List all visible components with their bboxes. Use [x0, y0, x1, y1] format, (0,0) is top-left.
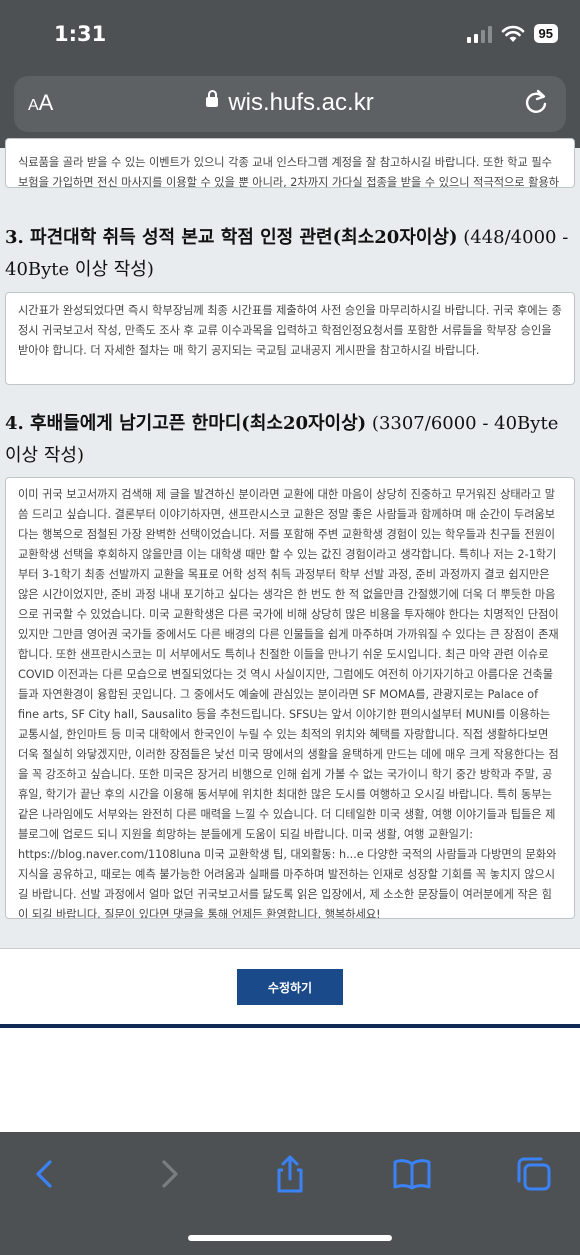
previous-answer-text: 식료품을 골라 받을 수 있는 이벤트가 있으니 각종 교내 인스타그램 계정을…: [18, 156, 560, 188]
url-text: wis.hufs.ac.kr: [228, 89, 374, 116]
wifi-icon: [501, 25, 524, 42]
status-indicators: 95: [466, 24, 558, 43]
section3-textarea[interactable]: 시간표가 완성되었다면 즉시 학부장님께 최종 시간표를 제출하여 사전 승인을…: [5, 292, 575, 385]
section4-heading: 4. 후배들에게 남기고픈 한마디(최소20자이상) (3307/6000 - …: [5, 408, 575, 472]
section4-text: 이미 귀국 보고서까지 검색해 제 글을 발견하신 분이라면 교환에 대한 마음…: [18, 488, 559, 919]
signal-icon: [466, 25, 492, 43]
browser-top-bar: 1:31 95 AA wis.hufs.ac.kr: [0, 0, 580, 148]
address-bar[interactable]: AA wis.hufs.ac.kr: [14, 76, 566, 132]
battery-badge: 95: [533, 24, 558, 43]
status-time: 1:31: [54, 22, 107, 46]
forward-icon[interactable]: [150, 1154, 190, 1194]
edit-button[interactable]: 수정하기: [237, 969, 343, 1005]
lock-icon: [206, 89, 219, 107]
section3-text: 시간표가 완성되었다면 즉시 학부장님께 최종 시간표를 제출하여 사전 승인을…: [18, 304, 562, 357]
previous-answer-box[interactable]: 식료품을 골라 받을 수 있는 이벤트가 있으니 각종 교내 인스타그램 계정을…: [5, 138, 575, 188]
home-indicator: [188, 1235, 392, 1241]
bookmarks-icon[interactable]: [392, 1154, 432, 1194]
section3-title: 3. 파견대학 취득 성적 본교 학점 인정 관련(최소20자이상): [5, 227, 458, 248]
tabs-icon[interactable]: [514, 1154, 554, 1194]
section4-title: 4. 후배들에게 남기고픈 한마디(최소20자이상): [5, 413, 367, 434]
reload-icon[interactable]: [522, 88, 550, 116]
share-icon[interactable]: [270, 1154, 310, 1194]
section4-textarea[interactable]: 이미 귀국 보고서까지 검색해 제 글을 발견하신 분이라면 교환에 대한 마음…: [5, 477, 575, 919]
blank-area: [0, 1028, 580, 1132]
section3-heading: 3. 파견대학 취득 성적 본교 학점 인정 관련(최소20자이상) (448/…: [5, 222, 575, 286]
url-display[interactable]: wis.hufs.ac.kr: [14, 89, 566, 117]
back-icon[interactable]: [24, 1154, 64, 1194]
